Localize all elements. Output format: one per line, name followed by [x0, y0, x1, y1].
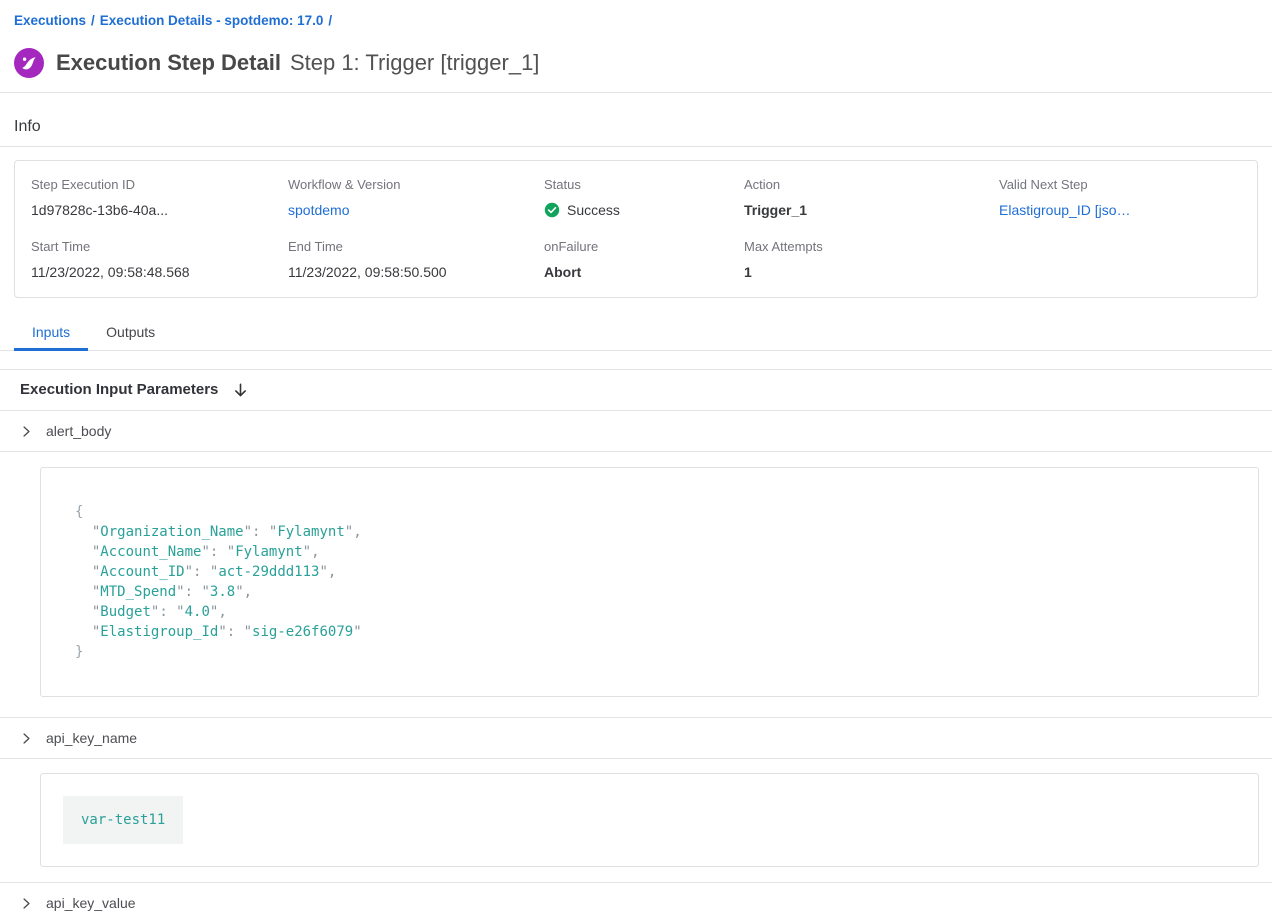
- field-empty: [999, 239, 1241, 281]
- field-status: Status Success: [544, 177, 744, 219]
- field-label: onFailure: [544, 239, 744, 255]
- param-row-alert-body[interactable]: alert_body: [0, 410, 1272, 452]
- field-value: 11/23/2022, 09:58:48.568: [31, 263, 288, 281]
- chevron-right-icon[interactable]: [20, 897, 33, 910]
- field-value: Trigger_1: [744, 201, 999, 219]
- chevron-right-icon[interactable]: [20, 425, 33, 438]
- breadcrumb-separator: /: [328, 13, 332, 28]
- field-workflow-version: Workflow & Version spotdemo: [288, 177, 544, 219]
- field-max-attempts: Max Attempts 1: [744, 239, 999, 281]
- param-name: api_key_value: [46, 894, 136, 912]
- page-subtitle: Step 1: Trigger [trigger_1]: [290, 48, 539, 78]
- tabs: Inputs Outputs: [0, 316, 1272, 351]
- field-value: 11/23/2022, 09:58:50.500: [288, 263, 544, 281]
- info-card: Step Execution ID 1d97828c-13b6-40a... W…: [14, 160, 1258, 298]
- field-label: Status: [544, 177, 744, 193]
- param-name: api_key_name: [46, 729, 137, 747]
- param-name: alert_body: [46, 422, 111, 440]
- field-start-time: Start Time 11/23/2022, 09:58:48.568: [31, 239, 288, 281]
- field-value: 1: [744, 263, 999, 281]
- tab-inputs[interactable]: Inputs: [14, 316, 88, 350]
- field-label: End Time: [288, 239, 544, 255]
- field-label: Workflow & Version: [288, 177, 544, 193]
- workflow-link[interactable]: spotdemo: [288, 201, 544, 219]
- info-card-wrap: Step Execution ID 1d97828c-13b6-40a... W…: [0, 147, 1272, 298]
- execution-input-parameters-header: Execution Input Parameters: [0, 369, 1272, 410]
- valid-next-step-link[interactable]: Elastigroup_ID [jso…: [999, 201, 1241, 219]
- arrow-down-icon[interactable]: [232, 382, 249, 399]
- chevron-right-icon[interactable]: [20, 732, 33, 745]
- api-key-name-panel: var-test11: [0, 759, 1272, 882]
- tab-outputs[interactable]: Outputs: [88, 316, 173, 350]
- success-check-icon: [544, 202, 560, 218]
- field-label: Start Time: [31, 239, 288, 255]
- field-label: Step Execution ID: [31, 177, 288, 193]
- field-valid-next-step: Valid Next Step Elastigroup_ID [jso…: [999, 177, 1241, 219]
- breadcrumb-separator: /: [91, 13, 95, 28]
- breadcrumb-link-execution-details[interactable]: Execution Details - spotdemo: 17.0: [100, 13, 324, 28]
- page-title: Execution Step Detail: [56, 48, 281, 78]
- field-step-execution-id: Step Execution ID 1d97828c-13b6-40a...: [31, 177, 288, 219]
- field-value: Abort: [544, 263, 744, 281]
- breadcrumb-link-executions[interactable]: Executions: [14, 13, 86, 28]
- workflow-logo-icon: [14, 48, 44, 78]
- status-badge: Success: [544, 201, 744, 219]
- status-text: Success: [567, 201, 620, 219]
- breadcrumb: Executions / Execution Details - spotdemo:…: [0, 13, 1272, 29]
- execution-step-detail-page: Executions / Execution Details - spotdemo:…: [0, 0, 1272, 919]
- alert-body-panel: { "Organization_Name": "Fylamynt", "Acco…: [0, 452, 1272, 717]
- field-action: Action Trigger_1: [744, 177, 999, 219]
- field-end-time: End Time 11/23/2022, 09:58:50.500: [288, 239, 544, 281]
- field-onfailure: onFailure Abort: [544, 239, 744, 281]
- param-row-api-key-name[interactable]: api_key_name: [0, 717, 1272, 759]
- alert-body-json: { "Organization_Name": "Fylamynt", "Acco…: [75, 502, 1224, 662]
- info-section-title: Info: [0, 93, 1272, 146]
- tab-inputs-label: Inputs: [32, 324, 70, 340]
- execution-input-parameters-title: Execution Input Parameters: [20, 380, 218, 400]
- alert-body-json-card: { "Organization_Name": "Fylamynt", "Acco…: [40, 467, 1259, 697]
- field-label: Action: [744, 177, 999, 193]
- api-key-name-card: var-test11: [40, 773, 1259, 867]
- api-key-name-value: var-test11: [63, 796, 183, 844]
- field-label: Max Attempts: [744, 239, 999, 255]
- page-header: Execution Step Detail Step 1: Trigger [t…: [0, 46, 1272, 80]
- field-value: 1d97828c-13b6-40a...: [31, 201, 288, 219]
- param-row-api-key-value[interactable]: api_key_value: [0, 882, 1272, 919]
- field-label: Valid Next Step: [999, 177, 1241, 193]
- tab-outputs-label: Outputs: [106, 324, 155, 340]
